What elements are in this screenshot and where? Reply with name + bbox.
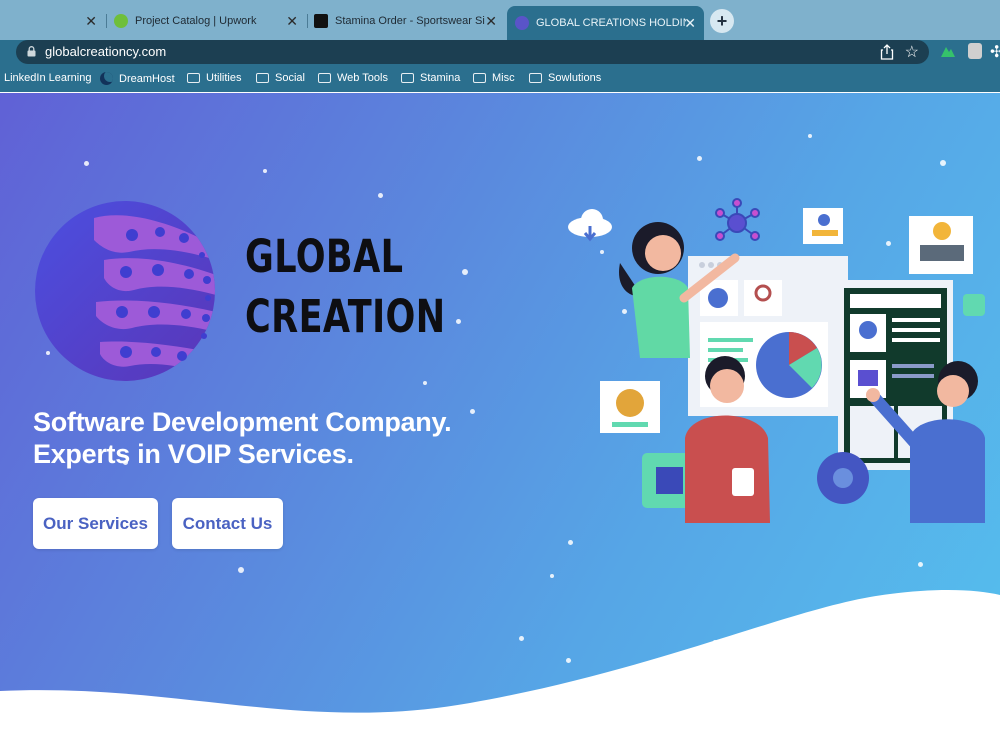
bookmark-folder-sowlutions[interactable]: Sowlutions	[529, 72, 601, 84]
extension-icon[interactable]	[940, 44, 956, 58]
lock-icon	[27, 46, 36, 57]
folder-icon	[401, 73, 414, 83]
puzzle-piece	[963, 294, 985, 316]
new-tab-button[interactable]: +	[710, 9, 734, 33]
brand-line-1: GLOBAL	[245, 230, 404, 283]
hero-wave-divider	[0, 590, 1000, 750]
close-tab-icon[interactable]: ✕	[684, 15, 696, 32]
bookmark-label: Web Tools	[337, 72, 388, 84]
bookmarks-bar: LinkedIn Learning DreamHost Utilities So…	[0, 66, 1000, 92]
close-tab-icon[interactable]: ✕	[485, 13, 497, 30]
tab-1[interactable]: ✕	[0, 8, 105, 34]
extension-icon[interactable]	[968, 43, 982, 59]
hero-section: GLOBAL CREATION Software Development Com…	[0, 93, 1000, 750]
headline-line-1: Software Development Company.	[33, 407, 452, 437]
folder-icon	[473, 73, 486, 83]
bookmark-label: DreamHost	[119, 72, 175, 85]
browser-toolbar: globalcreationcy.com ☆ ✣	[0, 40, 1000, 66]
cloud-download-icon	[568, 209, 612, 242]
puzzle-extensions-icon[interactable]: ✣	[990, 42, 1000, 62]
brand-line-2: CREATION	[245, 290, 446, 343]
share-icon[interactable]	[880, 44, 894, 60]
folder-icon	[318, 73, 331, 83]
tab-stamina[interactable]: Stamina Order - Sportswear Si ✕	[314, 8, 505, 34]
bookmark-label: Sowlutions	[548, 72, 602, 84]
bookmark-label: Utilities	[206, 72, 242, 84]
tab-global-creations[interactable]: GLOBAL CREATIONS HOLDING ✕	[507, 6, 704, 40]
hero-headline: Software Development Company. Experts in…	[33, 406, 452, 470]
tab-upwork[interactable]: Project Catalog | Upwork ✕	[114, 8, 306, 34]
folder-icon	[256, 73, 269, 83]
bookmark-folder-social[interactable]: Social	[256, 72, 305, 84]
bookmark-folder-utilities[interactable]: Utilities	[187, 72, 241, 84]
close-tab-icon[interactable]: ✕	[286, 13, 298, 30]
upwork-favicon-icon	[114, 14, 128, 28]
folder-icon	[529, 73, 542, 83]
tab-title: Stamina Order - Sportswear Si	[335, 15, 485, 27]
bookmark-folder-web-tools[interactable]: Web Tools	[318, 72, 388, 84]
our-services-button[interactable]: Our Services	[33, 498, 158, 549]
user-card	[803, 208, 843, 244]
bookmark-star-icon[interactable]: ☆	[905, 42, 919, 62]
globe-logo	[35, 201, 215, 381]
url-text: globalcreationcy.com	[45, 44, 167, 59]
tab-divider	[307, 14, 308, 28]
headline-line-2: Experts in VOIP Services.	[33, 439, 354, 469]
tab-title: GLOBAL CREATIONS HOLDING	[536, 17, 686, 29]
bookmark-label: Social	[275, 72, 305, 84]
stamina-favicon-icon	[314, 14, 328, 28]
contact-us-button[interactable]: Contact Us	[172, 498, 283, 549]
brand-wordmark: GLOBAL CREATION	[245, 227, 446, 347]
bookmark-linkedin-learning[interactable]: LinkedIn Learning	[4, 72, 91, 84]
browser-tab-bar: ✕ Project Catalog | Upwork ✕ Stamina Ord…	[0, 0, 1000, 40]
bookmark-folder-misc[interactable]: Misc	[473, 72, 515, 84]
tab-divider	[106, 14, 107, 28]
tab-title: Project Catalog | Upwork	[135, 15, 257, 27]
bookmark-label: Misc	[492, 72, 515, 84]
bookmark-label: LinkedIn Learning	[4, 72, 92, 84]
network-icon	[715, 198, 760, 241]
globe-favicon-icon	[515, 16, 529, 30]
bookmark-label: Stamina	[420, 72, 461, 84]
team-illustration	[568, 198, 985, 523]
folder-icon	[187, 73, 200, 83]
dreamhost-icon	[100, 72, 113, 85]
bookmark-folder-stamina[interactable]: Stamina	[401, 72, 460, 84]
bookmark-dreamhost[interactable]: DreamHost	[100, 72, 175, 85]
close-tab-icon[interactable]: ✕	[85, 13, 97, 30]
address-bar[interactable]: globalcreationcy.com ☆	[16, 40, 929, 64]
